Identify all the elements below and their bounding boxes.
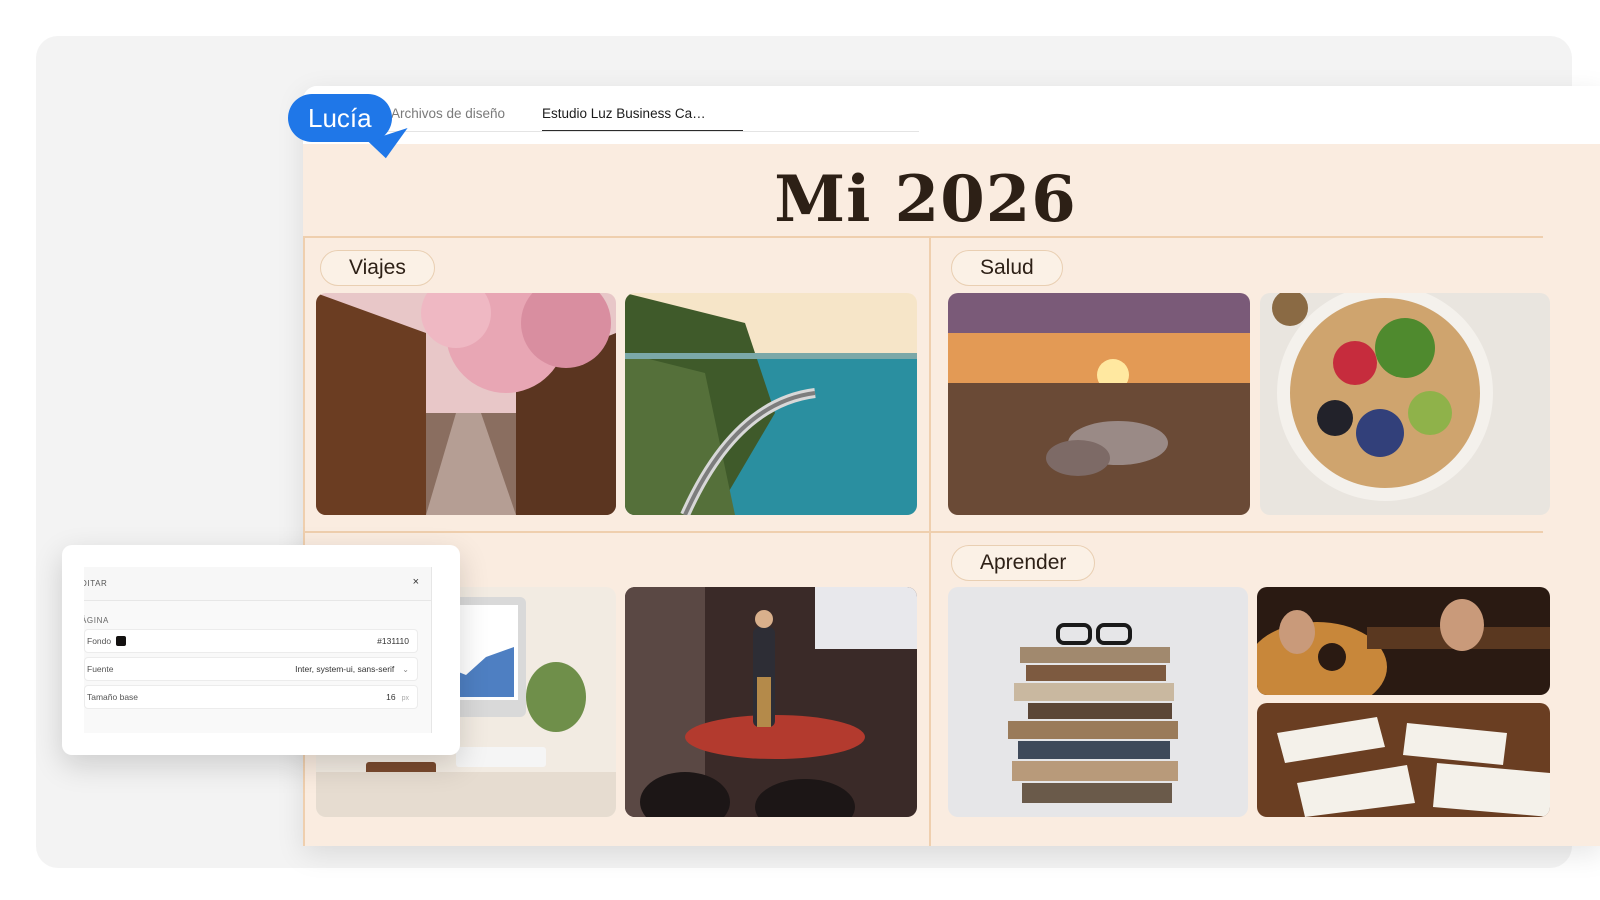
background-color-value: #131110 (377, 636, 409, 646)
grid-divider-middle (303, 531, 1543, 533)
chevron-down-icon[interactable]: ⌄ (402, 665, 409, 674)
background-color-field[interactable]: Fondo #131110 (84, 629, 418, 653)
field-label: Fuente (87, 664, 114, 674)
edit-panel-title: DITAR (84, 579, 108, 588)
base-size-field[interactable]: Tamaño base 16 px (84, 685, 418, 709)
photo-conference-talk[interactable] (625, 587, 917, 817)
field-label: Fondo (87, 636, 112, 646)
photo-sunset-sneakers[interactable] (948, 293, 1250, 515)
tab-bar: Archivos de diseño Estudio Luz Business … (303, 86, 1600, 144)
edit-panel-header: DITAR × (84, 567, 431, 601)
photo-fruit-bowl[interactable] (1260, 293, 1550, 515)
edit-panel-body: DITAR × ÁGINA Fondo #131110 Fuente Inter… (84, 567, 432, 733)
color-swatch[interactable] (116, 636, 126, 646)
font-value-wrap: Inter, system-ui, sans-serif ⌄ (295, 658, 409, 681)
base-size-unit: px (401, 695, 409, 702)
vision-board-canvas[interactable]: Mi 2026 Viajes Salud Aprender (303, 144, 1600, 846)
collaborator-cursor-label: Lucía (288, 94, 392, 142)
base-size-value: 16 (386, 692, 396, 702)
photo-guitar[interactable] (1257, 587, 1550, 695)
edit-panel: DITAR × ÁGINA Fondo #131110 Fuente Inter… (62, 545, 460, 755)
photo-book-stack[interactable] (948, 587, 1248, 817)
tab-business-card[interactable]: Estudio Luz Business Ca… (542, 102, 743, 132)
close-icon[interactable]: × (413, 576, 419, 588)
tab-divider (327, 131, 919, 132)
tab-design-files[interactable]: Archivos de diseño (391, 102, 505, 132)
photo-kyoto-street[interactable] (316, 293, 616, 515)
page-section-heading: ÁGINA (84, 616, 109, 625)
grid-divider-top (303, 236, 1543, 238)
grid-divider-vertical (929, 236, 931, 846)
section-label-salud[interactable]: Salud (951, 250, 1063, 286)
font-select[interactable]: Fuente Inter, system-ui, sans-serif ⌄ (84, 657, 418, 681)
section-label-viajes[interactable]: Viajes (320, 250, 435, 286)
photo-coastal-bridge[interactable] (625, 293, 917, 515)
font-value: Inter, system-ui, sans-serif (295, 664, 395, 674)
photo-language-cards[interactable] (1257, 703, 1550, 817)
section-label-aprender[interactable]: Aprender (951, 545, 1096, 581)
base-size-value-wrap: 16 px (386, 686, 409, 710)
field-label: Tamaño base (87, 692, 139, 702)
board-title[interactable]: Mi 2026 (303, 162, 1548, 237)
editor-window: Archivos de diseño Estudio Luz Business … (303, 86, 1600, 846)
